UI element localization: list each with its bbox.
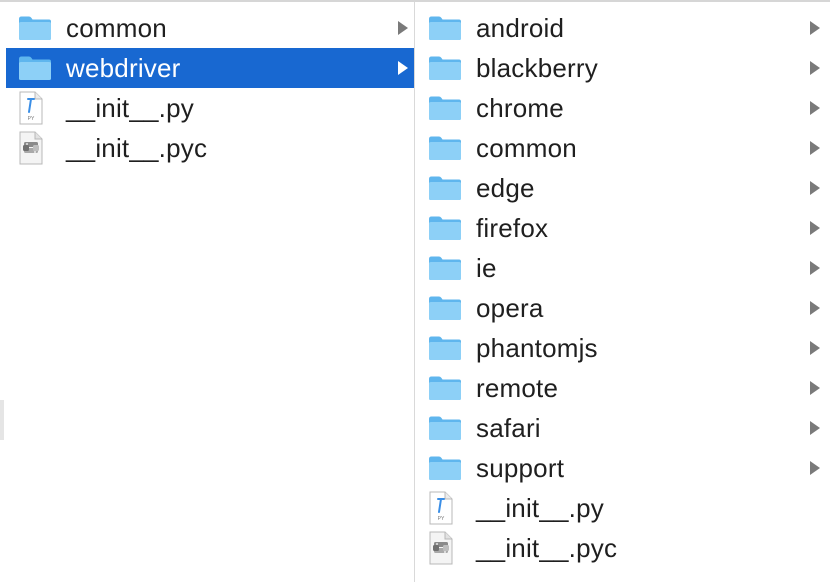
folder-icon xyxy=(416,128,476,168)
column2-row-5[interactable]: firefox xyxy=(416,208,830,248)
row-label: chrome xyxy=(476,93,564,123)
chevron-right-icon[interactable] xyxy=(810,381,820,395)
row-label: safari xyxy=(476,413,541,443)
row-label: android xyxy=(476,13,565,43)
column2-row-6[interactable]: ie xyxy=(416,248,830,288)
row-label: __init__.pyc xyxy=(66,133,208,163)
row-label: webdriver xyxy=(66,53,181,83)
folder-icon xyxy=(416,168,476,208)
chevron-right-icon[interactable] xyxy=(810,101,820,115)
chevron-right-icon[interactable] xyxy=(810,141,820,155)
column2-row-7[interactable]: opera xyxy=(416,288,830,328)
row-label: ie xyxy=(476,253,497,283)
folder-icon xyxy=(416,328,476,368)
folder-icon xyxy=(416,408,476,448)
compiled-python-file-icon xyxy=(6,128,66,168)
chevron-right-icon[interactable] xyxy=(398,21,408,35)
column1-row-0[interactable]: common xyxy=(6,8,414,48)
svg-text:PY: PY xyxy=(28,116,35,122)
row-label: firefox xyxy=(476,213,549,243)
column2-row-3[interactable]: common xyxy=(416,128,830,168)
column2-row-10[interactable]: safari xyxy=(416,408,830,448)
row-label: support xyxy=(476,453,565,483)
chevron-right-icon[interactable] xyxy=(810,341,820,355)
folder-icon xyxy=(416,208,476,248)
compiled-python-file-icon xyxy=(416,528,476,568)
row-label: blackberry xyxy=(476,53,598,83)
chevron-right-icon[interactable] xyxy=(810,461,820,475)
column-parent: common webdriver PY __init__.py __init__… xyxy=(6,8,414,580)
folder-icon xyxy=(6,8,66,48)
column2-row-0[interactable]: android xyxy=(416,8,830,48)
svg-text:PY: PY xyxy=(438,516,445,522)
chevron-right-icon[interactable] xyxy=(810,221,820,235)
python-file-icon: PY xyxy=(416,488,476,528)
chevron-right-icon[interactable] xyxy=(810,61,820,75)
chevron-right-icon[interactable] xyxy=(810,421,820,435)
chevron-right-icon[interactable] xyxy=(810,181,820,195)
column1-row-2[interactable]: PY __init__.py xyxy=(6,88,414,128)
row-label: __init__.py xyxy=(66,93,194,123)
chevron-right-icon[interactable] xyxy=(398,61,408,75)
column2-row-2[interactable]: chrome xyxy=(416,88,830,128)
folder-icon xyxy=(6,48,66,88)
finder-column-browser: common webdriver PY __init__.py __init__… xyxy=(0,0,830,582)
chevron-right-icon[interactable] xyxy=(810,21,820,35)
chevron-right-icon[interactable] xyxy=(810,261,820,275)
column-webdriver-contents: android blackberry chrome common edge fi… xyxy=(416,8,830,580)
folder-icon xyxy=(416,448,476,488)
row-label: phantomjs xyxy=(476,333,598,363)
column-scroll-strip xyxy=(0,400,4,440)
column-divider[interactable] xyxy=(414,2,415,582)
folder-icon xyxy=(416,8,476,48)
row-label: __init__.pyc xyxy=(476,533,618,563)
row-label: __init__.py xyxy=(476,493,604,523)
column2-row-8[interactable]: phantomjs xyxy=(416,328,830,368)
folder-icon xyxy=(416,368,476,408)
folder-icon xyxy=(416,248,476,288)
row-label: common xyxy=(476,133,577,163)
chevron-right-icon[interactable] xyxy=(810,301,820,315)
column2-row-12[interactable]: PY __init__.py xyxy=(416,488,830,528)
row-label: opera xyxy=(476,293,544,323)
column2-row-11[interactable]: support xyxy=(416,448,830,488)
folder-icon xyxy=(416,88,476,128)
folder-icon xyxy=(416,288,476,328)
column2-row-1[interactable]: blackberry xyxy=(416,48,830,88)
column2-row-13[interactable]: __init__.pyc xyxy=(416,528,830,568)
row-label: common xyxy=(66,13,167,43)
folder-icon xyxy=(416,48,476,88)
column1-row-3[interactable]: __init__.pyc xyxy=(6,128,414,168)
column1-row-1[interactable]: webdriver xyxy=(6,48,414,88)
column2-row-9[interactable]: remote xyxy=(416,368,830,408)
column2-row-4[interactable]: edge xyxy=(416,168,830,208)
row-label: remote xyxy=(476,373,559,403)
row-label: edge xyxy=(476,173,535,203)
python-file-icon: PY xyxy=(6,88,66,128)
